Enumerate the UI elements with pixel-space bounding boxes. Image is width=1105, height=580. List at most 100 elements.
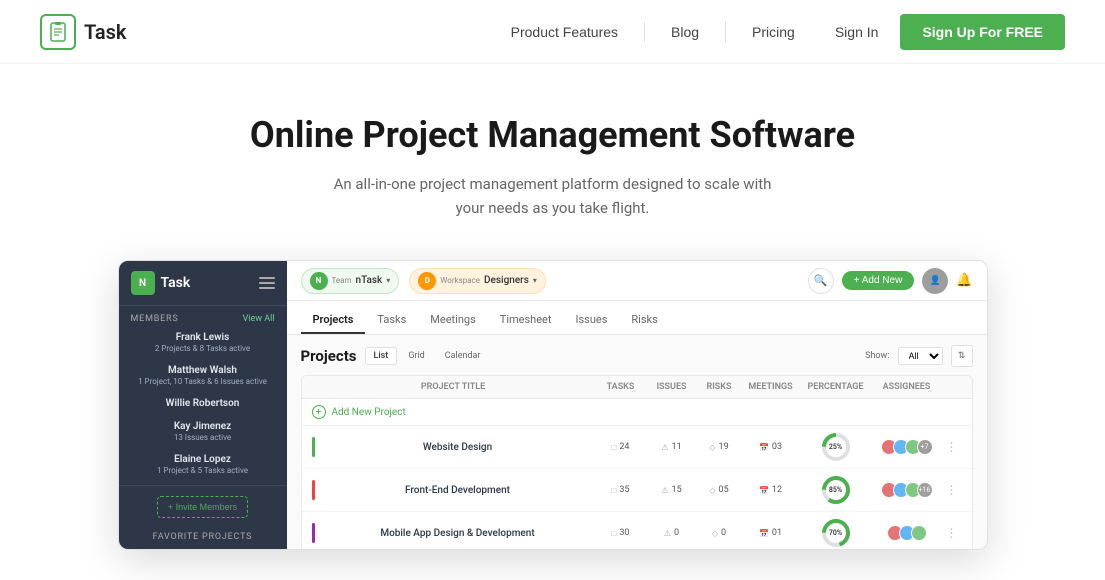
ws-prefix: Workspace — [440, 276, 480, 285]
tab-timesheet[interactable]: Timesheet — [488, 307, 564, 334]
sidebar-member-1[interactable]: Matthew Walsh 1 Project, 10 Tasks & 6 Is… — [119, 359, 287, 392]
tab-projects[interactable]: Projects — [301, 307, 366, 334]
tabs-bar: Projects Tasks Meetings Timesheet Issues… — [287, 301, 987, 335]
top-bar-right: 🔍 + Add New 👤 🔔 — [808, 268, 973, 294]
show-select[interactable]: All — [898, 347, 943, 365]
add-project-row[interactable]: + Add New Project — [302, 399, 972, 426]
main-content: N Team nTask ▾ D Workspace Designers ▾ — [287, 261, 987, 549]
top-bar: N Team nTask ▾ D Workspace Designers ▾ — [287, 261, 987, 301]
cell-assignees: +7 — [872, 439, 942, 455]
invite-members-button[interactable]: + Invite Members — [157, 496, 248, 518]
search-button[interactable]: 🔍 — [808, 268, 834, 294]
table-header: Project Title Tasks Issues Risks Meeting… — [302, 376, 972, 399]
app-inner: N Task MEMBERS View All Frank Lewis 2 Pr — [119, 261, 987, 549]
cell-risks: ◇0 — [697, 528, 742, 538]
cell-pct: 85% — [800, 474, 872, 506]
tab-risks[interactable]: Risks — [619, 307, 669, 334]
member-name-4: Elaine Lopez — [131, 454, 275, 465]
sidebar: N Task MEMBERS View All Frank Lewis 2 Pr — [119, 261, 287, 549]
filter-button[interactable]: ⇅ — [951, 345, 973, 367]
col-assignees: Assignees — [872, 382, 942, 392]
cell-issues: ⚠11 — [647, 442, 697, 452]
nav-divider-1 — [644, 22, 645, 42]
col-risks: Risks — [697, 382, 742, 392]
table-row: Website Design □24 ⚠11 ◇19 📅03 25% — [302, 426, 972, 469]
nav-pricing[interactable]: Pricing — [734, 18, 813, 46]
show-label: Show: — [865, 351, 889, 361]
avatars: +16 — [881, 482, 933, 498]
row-actions[interactable]: ⋮ — [942, 440, 962, 454]
sidebar-logo-text: Task — [161, 275, 191, 291]
view-tabs: List Grid Calendar — [365, 347, 490, 365]
signin-button[interactable]: Sign In — [821, 18, 893, 46]
row-actions[interactable]: ⋮ — [942, 526, 962, 540]
team-prefix: Team — [332, 276, 352, 285]
table-row: Front-End Development □35 ⚠15 ◇05 📅12 85… — [302, 469, 972, 512]
donut-label: 85% — [829, 486, 842, 494]
member-name-3: Kay Jimenez — [131, 421, 275, 432]
col-meetings: Meetings — [742, 382, 800, 392]
nav-links: Product Features Blog Pricing Sign In Si… — [493, 14, 1065, 50]
user-avatar[interactable]: 👤 — [922, 268, 948, 294]
team-name: nTask — [356, 275, 383, 286]
cell-issues: ⚠15 — [647, 485, 697, 495]
donut-chart: 70% — [820, 517, 852, 549]
donut-label: 25% — [829, 443, 842, 451]
table-row: Mobile App Design & Development □30 ⚠0 ◇… — [302, 512, 972, 549]
avatar-more: +7 — [917, 439, 933, 455]
member-name-0: Frank Lewis — [131, 332, 275, 343]
bell-icon[interactable]: 🔔 — [956, 273, 972, 288]
members-section-title: MEMBERS — [131, 314, 179, 324]
sidebar-member-0[interactable]: Frank Lewis 2 Projects & 8 Tasks active — [119, 326, 287, 359]
view-tab-calendar[interactable]: Calendar — [436, 347, 490, 365]
content-top-right: Show: All ⇅ — [865, 345, 972, 367]
row-actions[interactable]: ⋮ — [942, 483, 962, 497]
view-tab-list[interactable]: List — [365, 347, 398, 365]
top-bar-left: N Team nTask ▾ D Workspace Designers ▾ — [301, 268, 546, 294]
nav-product-features[interactable]: Product Features — [493, 18, 636, 46]
sidebar-member-3[interactable]: Kay Jimenez 13 Issues active — [119, 415, 287, 448]
donut-label: 70% — [829, 529, 842, 537]
donut-chart: 25% — [820, 431, 852, 463]
project-color-bar — [312, 437, 315, 457]
view-all-link[interactable]: View All — [243, 314, 275, 324]
hamburger-icon[interactable] — [259, 277, 275, 289]
avatars: +7 — [881, 439, 933, 455]
add-new-button[interactable]: + Add New — [842, 271, 915, 290]
team-badge[interactable]: N Team nTask ▾ — [301, 268, 400, 294]
tab-meetings[interactable]: Meetings — [418, 307, 487, 334]
project-name[interactable]: Mobile App Design & Development — [321, 528, 595, 539]
cell-tasks: □35 — [595, 485, 647, 495]
member-sub-1: 1 Project, 10 Tasks & 6 Issues active — [131, 377, 275, 386]
sidebar-member-4[interactable]: Elaine Lopez 1 Project & 5 Tasks active — [119, 448, 287, 481]
donut-chart: 85% — [820, 474, 852, 506]
member-name-1: Matthew Walsh — [131, 365, 275, 376]
sidebar-header: N Task — [119, 261, 287, 306]
tab-issues[interactable]: Issues — [563, 307, 619, 334]
nav-blog[interactable]: Blog — [653, 18, 717, 46]
cell-meetings: 📅03 — [742, 442, 800, 452]
fav-item-0[interactable]: Task Management ★★ — [119, 546, 287, 549]
cell-tasks: □30 — [595, 528, 647, 538]
col-tasks: Tasks — [595, 382, 647, 392]
cell-pct: 25% — [800, 431, 872, 463]
col-percentage: Percentage — [800, 382, 872, 392]
project-name[interactable]: Front-End Development — [321, 485, 595, 496]
view-tab-grid[interactable]: Grid — [399, 347, 433, 365]
tab-tasks[interactable]: Tasks — [365, 307, 418, 334]
workspace-badge[interactable]: D Workspace Designers ▾ — [409, 268, 546, 294]
hamburger-line-1 — [259, 277, 275, 279]
ws-name: Designers — [484, 275, 529, 286]
signup-button[interactable]: Sign Up For FREE — [900, 14, 1065, 50]
project-name[interactable]: Website Design — [321, 442, 595, 453]
app-screenshot: N Task MEMBERS View All Frank Lewis 2 Pr — [118, 260, 988, 550]
projects-heading: Projects — [301, 347, 357, 365]
nav-divider-2 — [725, 22, 726, 42]
cell-risks: ◇19 — [697, 442, 742, 452]
logo[interactable]: Task — [40, 14, 127, 50]
content-area: Projects List Grid Calendar Show: All — [287, 335, 987, 549]
team-dropdown-icon: ▾ — [386, 276, 390, 285]
sidebar-logo-icon: N — [131, 271, 155, 295]
sidebar-member-2[interactable]: Willie Robertson — [119, 392, 287, 415]
hero-section: Online Project Management Software An al… — [0, 64, 1105, 580]
